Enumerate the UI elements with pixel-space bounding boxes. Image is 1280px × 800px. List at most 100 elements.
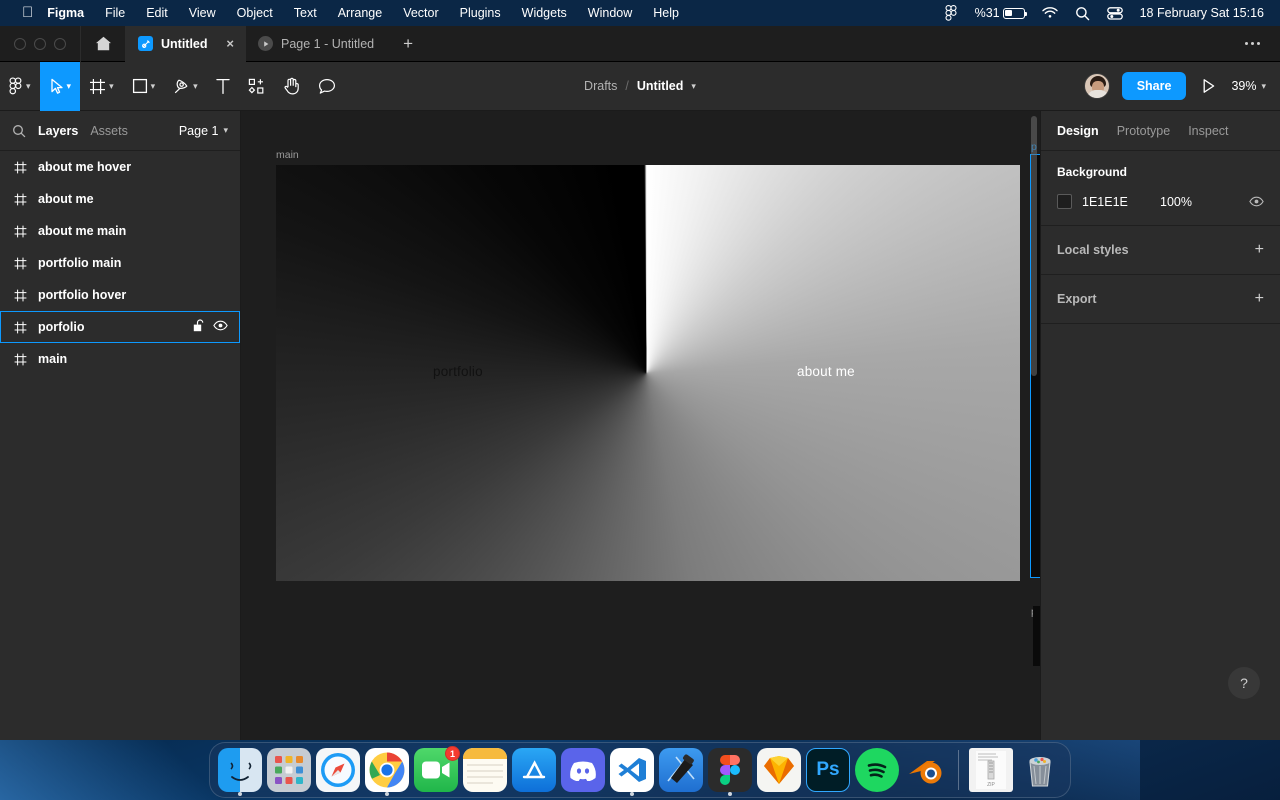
close-icon[interactable]: × [216,36,234,51]
dock-app-photoshop[interactable]: Ps [805,747,851,793]
page-selector[interactable]: Page 1 ▾ [179,124,228,138]
dock-app-facetime[interactable]: 1 [413,746,460,793]
color-swatch[interactable] [1057,194,1072,209]
search-icon[interactable] [12,124,26,138]
dock-app-google-chrome[interactable] [364,747,410,796]
menu-item-arrange[interactable]: Arrange [338,6,382,20]
design-canvas[interactable]: main portfolio about me p p [241,111,1040,759]
frame-label-main[interactable]: main [276,149,299,161]
layer-row-porfolio[interactable]: porfolio [0,311,240,343]
figma-menu-icon[interactable] [945,5,958,21]
dock-trash[interactable] [1017,747,1063,793]
tab-design[interactable]: Design [1057,124,1099,138]
layer-row-portfolio-main[interactable]: portfolio main [0,247,240,279]
menu-item-figma[interactable]: Figma [47,6,84,20]
tab-page-1-untitled[interactable]: Page 1 - Untitled [246,26,386,62]
zoom-level-selector[interactable]: 39% ▾ [1231,79,1266,93]
dock-app-safari[interactable] [315,747,361,793]
background-section-title: Background [1057,165,1128,179]
color-opacity-value[interactable]: 100% [1160,195,1192,209]
resources-tool[interactable] [239,62,274,111]
share-button[interactable]: Share [1121,72,1187,100]
tab-untitled-file[interactable]: Untitled × [126,25,246,62]
chevron-down-icon[interactable]: ▾ [151,81,156,92]
menu-item-widgets[interactable]: Widgets [522,6,567,20]
pen-tool[interactable]: ▾ [164,62,207,111]
menu-item-view[interactable]: View [189,6,216,20]
canvas-vertical-scrollbar[interactable] [1031,116,1037,376]
battery-status[interactable]: %31 [975,6,1028,20]
menu-item-vector[interactable]: Vector [403,6,438,20]
maximize-window-button[interactable] [54,37,66,50]
present-play-icon[interactable] [1198,78,1219,94]
dock-app-figma[interactable] [707,747,753,796]
home-icon[interactable] [81,26,125,62]
hand-tool[interactable] [274,62,309,111]
breadcrumb-file-name[interactable]: Untitled [637,79,684,93]
wifi-icon[interactable] [1041,7,1058,19]
unlock-icon[interactable] [193,319,204,335]
figma-menu-tool[interactable]: ▾ [0,62,40,111]
layer-row-portfolio-hover[interactable]: portfolio hover [0,279,240,311]
chevron-down-icon[interactable]: ▾ [26,81,31,92]
dock-app-app-store[interactable] [511,747,557,793]
color-hex-value[interactable]: 1E1E1E [1082,195,1160,209]
chevron-down-icon[interactable]: ▾ [691,81,696,92]
control-center-icon[interactable] [1106,6,1123,20]
shape-tool[interactable]: ▾ [123,62,165,111]
menu-item-text[interactable]: Text [294,6,317,20]
more-options-icon[interactable] [1230,26,1274,62]
dock-app-discord[interactable] [560,747,606,793]
menu-item-window[interactable]: Window [588,6,632,20]
dock-app-notes[interactable] [462,747,508,793]
frame-main-artboard[interactable]: portfolio about me [276,165,1020,581]
layer-row-about-me-main[interactable]: about me main [0,215,240,247]
close-window-button[interactable] [14,37,26,50]
tab-prototype[interactable]: Prototype [1117,124,1171,138]
tab-assets[interactable]: Assets [90,124,128,138]
window-traffic-lights[interactable] [0,37,80,50]
export-label: Export [1057,292,1097,306]
design-text-about-me[interactable]: about me [797,364,855,379]
eye-icon[interactable] [213,320,228,334]
dock-app-finder[interactable] [217,747,263,796]
dock-app-blender[interactable] [903,747,949,793]
chevron-down-icon[interactable]: ▾ [67,81,72,92]
frame-tool[interactable]: ▾ [80,62,123,111]
menu-item-object[interactable]: Object [237,6,273,20]
breadcrumb-project[interactable]: Drafts [584,79,617,93]
new-tab-button[interactable]: + [386,26,430,62]
dock-app-sketch[interactable] [756,747,802,793]
dock-app-spotify[interactable] [854,747,900,793]
comment-tool[interactable] [309,62,345,111]
offscreen-frame-sliver[interactable] [1033,606,1040,666]
spotlight-search-icon[interactable] [1075,6,1090,21]
text-tool[interactable] [207,62,239,111]
menu-item-help[interactable]: Help [653,6,679,20]
plus-icon[interactable]: + [1255,242,1264,258]
menu-item-plugins[interactable]: Plugins [460,6,501,20]
layer-row-about-me[interactable]: about me [0,183,240,215]
chevron-down-icon[interactable]: ▾ [193,81,198,92]
dock-app-visual-studio-code[interactable] [609,747,655,796]
user-avatar[interactable] [1083,73,1110,99]
minimize-window-button[interactable] [34,37,46,50]
layer-name: main [38,352,68,366]
chevron-down-icon[interactable]: ▾ [109,81,114,92]
eye-icon[interactable] [1249,196,1264,207]
design-text-portfolio[interactable]: portfolio [433,364,483,379]
dock-app-xcode[interactable] [658,747,704,793]
help-button[interactable]: ? [1228,667,1260,699]
layer-row-about-me-hover[interactable]: about me hover [0,151,240,183]
tab-inspect[interactable]: Inspect [1188,124,1228,138]
apple-logo-icon[interactable]:  [22,5,33,20]
dock-file-zip-archive-file[interactable]: ZIP [968,747,1014,793]
menu-bar-clock[interactable]: 18 February Sat 15:16 [1140,6,1264,20]
menu-item-edit[interactable]: Edit [146,6,168,20]
menu-item-file[interactable]: File [105,6,125,20]
move-tool[interactable]: ▾ [39,61,81,111]
plus-icon[interactable]: + [1255,291,1264,307]
layer-row-main[interactable]: main [0,343,240,375]
dock-app-launchpad[interactable] [266,747,312,793]
tab-layers[interactable]: Layers [38,124,78,138]
